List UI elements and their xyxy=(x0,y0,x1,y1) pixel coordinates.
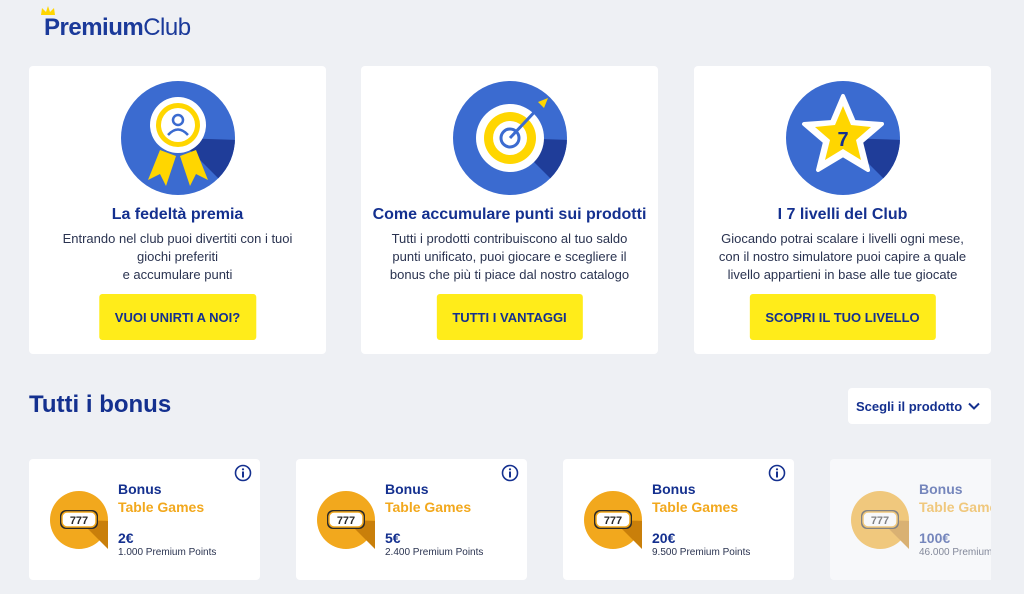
bonus-subtitle: Table Games xyxy=(385,499,472,515)
info-icon[interactable] xyxy=(501,464,519,482)
bonus-value: 2€ xyxy=(118,530,134,546)
bonus-points: 1.000 Premium Points xyxy=(118,547,217,558)
svg-text:777: 777 xyxy=(871,515,889,527)
slot-777-icon: 777 xyxy=(50,491,108,549)
premium-club-logo[interactable]: PremiumClub xyxy=(41,6,191,41)
bonus-card[interactable]: 777 Bonus Table Games 2€ 1.000 Premium P… xyxy=(29,459,260,580)
bonus-list: 777 Bonus Table Games 2€ 1.000 Premium P… xyxy=(29,459,991,580)
bonus-value: 100€ xyxy=(919,530,951,546)
bonus-value: 20€ xyxy=(652,530,676,546)
chevron-down-icon xyxy=(968,402,980,410)
svg-text:777: 777 xyxy=(337,515,355,527)
logo-text-light: Club xyxy=(143,14,191,41)
bonus-title: Bonus xyxy=(919,481,963,497)
all-benefits-button[interactable]: TUTTI I VANTAGGI xyxy=(436,294,583,340)
bonus-points: 9.500 Premium Points xyxy=(652,547,751,558)
join-us-button[interactable]: VUOI UNIRTI A NOI? xyxy=(98,294,257,340)
slot-777-icon: 777 xyxy=(317,491,375,549)
info-icon[interactable] xyxy=(234,464,252,482)
feature-title: Come accumulare punti sui prodotti xyxy=(372,206,647,223)
feature-text: Giocando potrai scalare i livelli ogni m… xyxy=(718,231,967,282)
info-icon[interactable] xyxy=(768,464,786,482)
section-title: Tutti i bonus xyxy=(29,391,172,418)
bonus-card[interactable]: 777 Bonus Table Games 5€ 2.400 Premium P… xyxy=(296,459,527,580)
star-number: 7 xyxy=(837,129,848,151)
star-7-icon: 7 xyxy=(785,81,900,195)
feature-cards: La fedeltà premia Entrando nel club puoi… xyxy=(29,66,991,354)
feature-card-accumulate: Come accumulare punti sui prodotti Tutti… xyxy=(361,66,658,354)
feature-title: La fedeltà premia xyxy=(111,206,244,223)
feature-card-levels: 7 I 7 livelli del Club Giocando potrai s… xyxy=(694,66,991,354)
feature-text: Tutti i prodotti contribuiscono al tuo s… xyxy=(389,231,630,282)
bonus-subtitle: Table Games xyxy=(919,499,991,515)
product-select-label: Scegli il prodotto xyxy=(856,398,963,414)
discover-level-button[interactable]: SCOPRI IL TUO LIVELLO xyxy=(749,294,936,340)
bonus-title: Bonus xyxy=(385,481,429,497)
crown-icon xyxy=(41,6,55,15)
bonus-value: 5€ xyxy=(385,530,401,546)
bonus-card[interactable]: 777 Bonus Table Games 20€ 9.500 Premium … xyxy=(563,459,794,580)
bonus-subtitle: Table Games xyxy=(652,499,739,515)
product-select[interactable]: Scegli il prodotto xyxy=(848,388,991,424)
bonus-subtitle: Table Games xyxy=(118,499,205,515)
svg-text:777: 777 xyxy=(70,515,88,527)
target-icon xyxy=(452,81,567,195)
feature-card-loyalty: La fedeltà premia Entrando nel club puoi… xyxy=(29,66,326,354)
bonus-points: 46.000 Premium Points xyxy=(919,547,991,558)
svg-text:777: 777 xyxy=(604,515,622,527)
slot-777-icon: 777 xyxy=(851,491,909,549)
slot-777-icon: 777 xyxy=(584,491,642,549)
feature-title: I 7 livelli del Club xyxy=(777,206,908,223)
bonus-title: Bonus xyxy=(118,481,162,497)
feature-text: Entrando nel club puoi divertiti con i t… xyxy=(62,231,293,282)
bonus-points: 2.400 Premium Points xyxy=(385,547,484,558)
bonus-title: Bonus xyxy=(652,481,696,497)
bonus-card[interactable]: 777 Bonus Table Games 100€ 46.000 Premiu… xyxy=(830,459,991,580)
logo-text-bold: Premium xyxy=(44,14,144,41)
badge-user-icon xyxy=(120,81,235,195)
